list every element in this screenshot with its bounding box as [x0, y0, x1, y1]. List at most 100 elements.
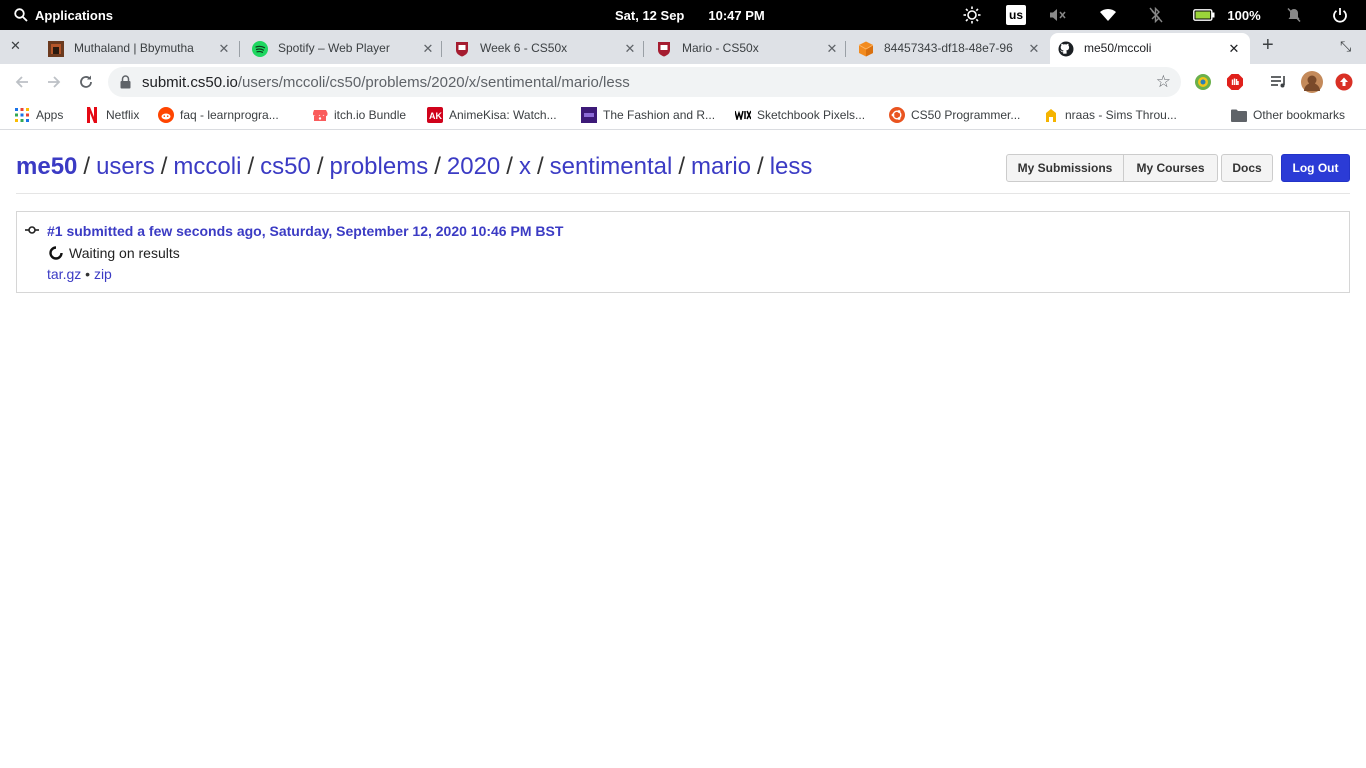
breadcrumb-link-problems[interactable]: problems [329, 153, 428, 180]
bookmark-label: faq - learnprogra... [180, 108, 279, 122]
breadcrumb-link-problem[interactable]: mario [691, 153, 751, 180]
back-button[interactable] [10, 70, 34, 94]
itchio-icon [312, 107, 328, 123]
bookmark-fashion[interactable]: The Fashion and R... [581, 107, 715, 123]
tab-separator [441, 41, 442, 57]
github-icon [1058, 41, 1074, 57]
bookmark-other[interactable]: Other bookmarks [1231, 107, 1345, 123]
address-bar[interactable]: submit.cs50.io/users/mccoli/cs50/problem… [108, 67, 1181, 97]
bookmark-itchio[interactable]: itch.io Bundle [312, 107, 406, 123]
wifi-icon[interactable] [1096, 0, 1120, 30]
url-host: submit.cs50.io [142, 74, 238, 91]
forward-button[interactable] [42, 70, 66, 94]
tab-spotify[interactable]: Spotify – Web Player ✕ [244, 33, 442, 64]
close-tab-icon[interactable]: ✕ [420, 41, 436, 57]
download-zip-link[interactable]: zip [94, 266, 112, 282]
close-tab-icon[interactable]: ✕ [216, 41, 232, 57]
bookmark-animekisa[interactable]: AK AnimeKisa: Watch... [427, 107, 557, 123]
reload-icon [80, 75, 92, 88]
media-playlist-icon[interactable] [1269, 72, 1289, 92]
update-available-icon[interactable] [1334, 72, 1354, 92]
brightness-icon[interactable] [960, 0, 984, 30]
applications-menu[interactable]: Applications [14, 0, 113, 30]
breadcrumb-separator: / [757, 153, 764, 180]
spotify-icon [252, 41, 268, 57]
breadcrumb-brand-link[interactable]: me50 [16, 153, 77, 180]
tab-week6-cs50x[interactable]: Week 6 - CS50x ✕ [446, 33, 644, 64]
browser-toolbar: submit.cs50.io/users/mccoli/cs50/problem… [0, 64, 1366, 100]
close-tab-icon[interactable]: ✕ [824, 41, 840, 57]
harvard-shield-icon [454, 41, 470, 57]
bookmark-apps[interactable]: Apps [14, 107, 63, 123]
breadcrumb-link-org[interactable]: cs50 [260, 153, 311, 180]
date-time[interactable]: Sat, 12 Sep 10:47 PM [615, 0, 765, 30]
breadcrumb-link-pset[interactable]: sentimental [550, 153, 673, 180]
profile-avatar[interactable] [1301, 71, 1323, 93]
breadcrumb-link-year[interactable]: 2020 [447, 153, 500, 180]
arrow-left-icon [15, 76, 28, 88]
tab-separator [643, 41, 644, 57]
my-courses-button[interactable]: My Courses [1123, 154, 1218, 182]
harvard-shield-icon [656, 41, 672, 57]
package-box-icon [858, 41, 874, 57]
keyboard-layout[interactable]: us [1004, 0, 1028, 30]
spinner-icon [49, 246, 63, 260]
breadcrumb-separator: / [160, 153, 168, 180]
breadcrumb-separator: / [316, 153, 324, 180]
breadcrumb-link-variant[interactable]: less [770, 153, 813, 180]
extension-adblock-icon[interactable] [1225, 72, 1245, 92]
close-icon[interactable]: ✕ [10, 38, 21, 54]
nraas-icon [1043, 107, 1059, 123]
breadcrumb-separator: / [434, 153, 441, 180]
bookmark-sketchbook[interactable]: Sketchbook Pixels... [735, 107, 865, 123]
tab-title: Week 6 - CS50x [480, 41, 568, 55]
breadcrumb-link-users[interactable]: users [96, 153, 155, 180]
close-tab-icon[interactable]: ✕ [622, 41, 638, 57]
bluetooth-off-icon[interactable] [1144, 0, 1168, 30]
bookmark-star-icon[interactable]: ☆ [1156, 72, 1171, 92]
tab-title: 84457343-df18-48e7-96 [884, 41, 1013, 55]
bookmarks-bar: Apps Netflix faq - learnprogra... itch.i… [0, 100, 1366, 130]
bookmark-label: AnimeKisa: Watch... [449, 108, 557, 122]
my-submissions-button[interactable]: My Submissions [1006, 154, 1124, 182]
restore-window-icon[interactable]: ⤡ [1340, 38, 1351, 55]
breadcrumb-separator: / [506, 153, 513, 180]
folder-icon [1231, 107, 1247, 123]
bookmark-reddit-faq[interactable]: faq - learnprogra... [158, 107, 279, 123]
album-art-favicon-icon [48, 41, 64, 57]
breadcrumb-link-course[interactable]: x [519, 153, 531, 180]
tab-me50-mccoli[interactable]: me50/mccoli ✕ [1050, 33, 1250, 64]
bookmark-cs50-programmer[interactable]: CS50 Programmer... [889, 107, 1020, 123]
bookmark-netflix[interactable]: Netflix [84, 107, 139, 123]
close-tab-icon[interactable]: ✕ [1026, 41, 1042, 57]
apps-grid-icon [14, 107, 30, 123]
git-commit-icon [25, 226, 39, 234]
tab-mario-cs50x[interactable]: Mario - CS50x ✕ [648, 33, 846, 64]
bookmark-nraas[interactable]: nraas - Sims Throu... [1043, 107, 1177, 123]
tab-separator [845, 41, 846, 57]
battery-icon[interactable] [1192, 0, 1216, 30]
power-icon[interactable] [1328, 0, 1352, 30]
docs-button[interactable]: Docs [1221, 154, 1273, 182]
tab-separator [239, 41, 240, 57]
breadcrumb-link-user[interactable]: mccoli [173, 153, 241, 180]
breadcrumb: me50/users / mccoli / cs50/problems/2020/x / s… [16, 153, 812, 181]
extension-globe-icon[interactable] [1193, 72, 1213, 92]
arrow-right-icon [48, 76, 61, 88]
volume-muted-icon[interactable] [1046, 0, 1070, 30]
notifications-off-icon[interactable] [1282, 0, 1306, 30]
new-tab-plus-icon[interactable]: + [1262, 34, 1274, 57]
reload-button[interactable] [74, 70, 98, 94]
tab-muthaland[interactable]: Muthaland | Bbymutha ✕ [40, 33, 240, 64]
tab-file-download[interactable]: 84457343-df18-48e7-96 ✕ [850, 33, 1048, 64]
battery-percentage[interactable]: 100% [1224, 0, 1264, 30]
close-tab-icon[interactable]: ✕ [1226, 41, 1242, 57]
frix-icon [581, 107, 597, 123]
date-label: Sat, 12 Sep [615, 7, 685, 23]
link-separator: • [85, 266, 91, 282]
log-out-button[interactable]: Log Out [1281, 154, 1350, 182]
tab-title: Mario - CS50x [682, 41, 759, 55]
download-targz-link[interactable]: tar.gz [47, 266, 81, 282]
submission-title-link[interactable]: #1 submitted a few seconds ago, Saturday… [47, 223, 563, 239]
tab-title: Muthaland | Bbymutha [74, 41, 194, 55]
